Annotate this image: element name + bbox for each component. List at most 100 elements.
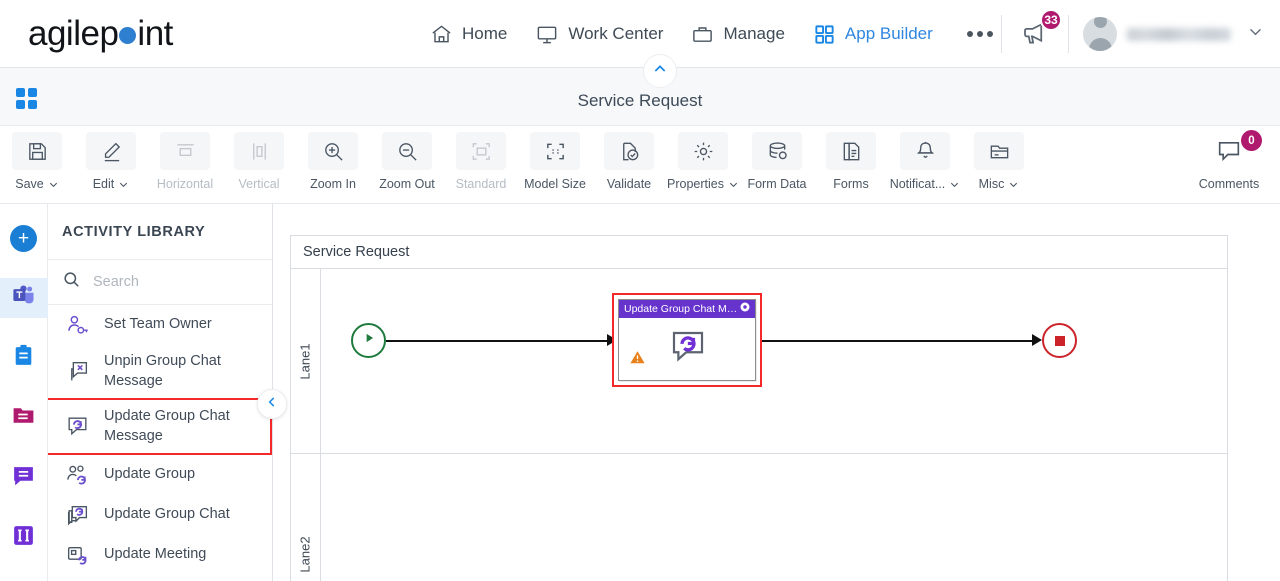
toolbar-label-properties: Properties [667, 177, 724, 191]
nav-item-app-builder[interactable]: App Builder [813, 23, 933, 46]
briefcase-icon [691, 23, 714, 46]
sequence-flow-2[interactable] [762, 340, 1034, 342]
logo-dot-icon [119, 27, 137, 44]
process-canvas[interactable]: Service Request Lane1 Update Group Chat … [273, 204, 1280, 581]
list-item-update-group-chat[interactable]: Update Group Chat [48, 495, 272, 535]
list-item-update-group-chat-message[interactable]: Update Group Chat Message [48, 398, 272, 456]
notifications-button[interactable]: 33 [1016, 8, 1062, 56]
canvas-vertical-scrollbar[interactable] [1270, 204, 1280, 581]
toolbar-zoom-out-button[interactable]: Zoom Out [370, 132, 444, 191]
rail-item-add-activity[interactable]: + [0, 218, 48, 258]
lane-1[interactable]: Lane1 Update Group Chat Me... [291, 269, 1227, 454]
page-title: Service Request [577, 91, 703, 110]
toolbar-misc-button[interactable]: Misc [962, 132, 1036, 191]
home-icon [430, 23, 453, 46]
collapse-library-panel-button[interactable] [257, 389, 287, 419]
task-update-group-chat-message[interactable]: Update Group Chat Me... [618, 299, 756, 381]
fit-standard-icon [456, 132, 506, 170]
rail-item-documents[interactable] [0, 398, 48, 438]
folder-icon [974, 132, 1024, 170]
plus-circle-icon: + [10, 224, 37, 252]
update-group-chat-message-icon [667, 326, 709, 373]
toolbar-label-zoom-out: Zoom Out [379, 177, 435, 191]
toolbar-properties-button[interactable]: Properties [666, 132, 740, 191]
toolbar-model-size-button[interactable]: Model Size [518, 132, 592, 191]
pool[interactable]: Service Request Lane1 Update Group Chat … [290, 235, 1228, 581]
end-event[interactable] [1042, 323, 1077, 358]
rail-item-tasks[interactable] [0, 338, 48, 378]
list-item-update-group[interactable]: Update Group [48, 455, 272, 495]
lane-2-body[interactable] [321, 454, 1227, 581]
toolbar-label-form-data: Form Data [747, 177, 807, 191]
chevron-down-icon [951, 182, 959, 187]
toolbar-forms-button[interactable]: Forms [814, 132, 888, 191]
toolbar-save-button[interactable]: Save [0, 132, 74, 191]
toolbar-form-data-button[interactable]: Form Data [740, 132, 814, 191]
chevron-down-icon [120, 182, 128, 187]
rail-item-messages[interactable] [0, 458, 48, 498]
chevron-left-icon [265, 395, 279, 414]
chat-purple-icon [11, 463, 36, 493]
grid-icon [813, 23, 836, 46]
model-size-icon [530, 132, 580, 170]
lane-2-label: Lane2 [291, 454, 321, 581]
list-item-label: Set Team Owner [104, 316, 212, 333]
task-header: Update Group Chat Me... [619, 300, 755, 318]
sequence-flow-1[interactable] [386, 340, 609, 342]
play-icon [362, 331, 376, 350]
list-item-set-team-owner[interactable]: Set Team Owner [48, 305, 272, 345]
main-navigation: Home Work Center Manage App Builder [430, 0, 993, 68]
horizontal-align-icon [160, 132, 210, 170]
sequence-flow-2-arrow-icon [1032, 333, 1042, 346]
toolbar-edit-button[interactable]: Edit [74, 132, 148, 191]
zoom-out-icon [382, 132, 432, 170]
list-item-unpin-group-chat-message[interactable]: Unpin Group Chat Message [48, 345, 272, 398]
list-item-update-meeting[interactable]: Update Meeting [48, 535, 272, 575]
activity-library-title: ACTIVITY LIBRARY [48, 204, 272, 260]
task-body [619, 318, 755, 381]
nav-item-work-center[interactable]: Work Center [535, 23, 663, 46]
toolbar-zoom-in-button[interactable]: Zoom In [296, 132, 370, 191]
toolbar-vertical-button[interactable]: Vertical [222, 132, 296, 191]
lane-2[interactable]: Lane2 [291, 454, 1227, 581]
lane-1-body[interactable]: Update Group Chat Me... [321, 269, 1227, 453]
unpin-group-chat-message-icon [62, 359, 92, 384]
start-event[interactable] [351, 323, 386, 358]
gear-icon[interactable] [739, 300, 751, 318]
toolbar-label-validate: Validate [606, 177, 652, 191]
app-title-bar: Service Request [0, 54, 1280, 126]
toolbar-comments-button[interactable]: 0 Comments [1186, 130, 1272, 191]
nav-item-manage[interactable]: Manage [691, 23, 785, 46]
chevron-down-icon[interactable] [1247, 23, 1264, 45]
chevron-down-icon [729, 182, 738, 187]
activity-list: Set Team Owner Unpin Group Chat Message [48, 305, 272, 575]
collapse-toolbar-button[interactable] [643, 54, 677, 88]
left-icon-rail: + [0, 204, 48, 581]
toolbar-standard-button[interactable]: Standard [444, 132, 518, 191]
rail-item-swimlanes[interactable] [0, 518, 48, 558]
avatar[interactable] [1083, 17, 1117, 51]
list-item-label: Update Group Chat Message [104, 408, 230, 444]
top-header: agilep int Home Work Center Manage App B… [0, 0, 1280, 68]
toolbar-label-comments: Comments [1198, 177, 1260, 191]
lane-label-text: Lane2 [298, 536, 313, 573]
toolbar-label-zoom-in: Zoom In [310, 177, 356, 191]
list-item-label: Update Meeting [104, 546, 207, 563]
toolbar-label-horizontal: Horizontal [156, 177, 214, 191]
toolbar-label-save: Save [15, 177, 44, 191]
search-input[interactable] [93, 274, 243, 290]
toolbar-validate-button[interactable]: Validate [592, 132, 666, 191]
library-search-row[interactable] [48, 260, 272, 305]
header-divider-1 [1001, 15, 1002, 53]
nav-item-home[interactable]: Home [430, 23, 507, 46]
username-label [1127, 27, 1231, 41]
toolbar-horizontal-button[interactable]: Horizontal [148, 132, 222, 191]
monitor-icon [535, 23, 559, 46]
toolbar-notifications-button[interactable]: Notificat... [888, 132, 962, 191]
agilepoint-logo[interactable]: agilep int [28, 14, 173, 54]
chevron-down-icon [49, 182, 57, 187]
pool-title: Service Request [291, 236, 1227, 269]
rail-item-ms-teams[interactable] [0, 278, 48, 318]
nav-label-manage: Manage [723, 24, 785, 43]
list-item-label: Update Group Chat [104, 506, 230, 523]
